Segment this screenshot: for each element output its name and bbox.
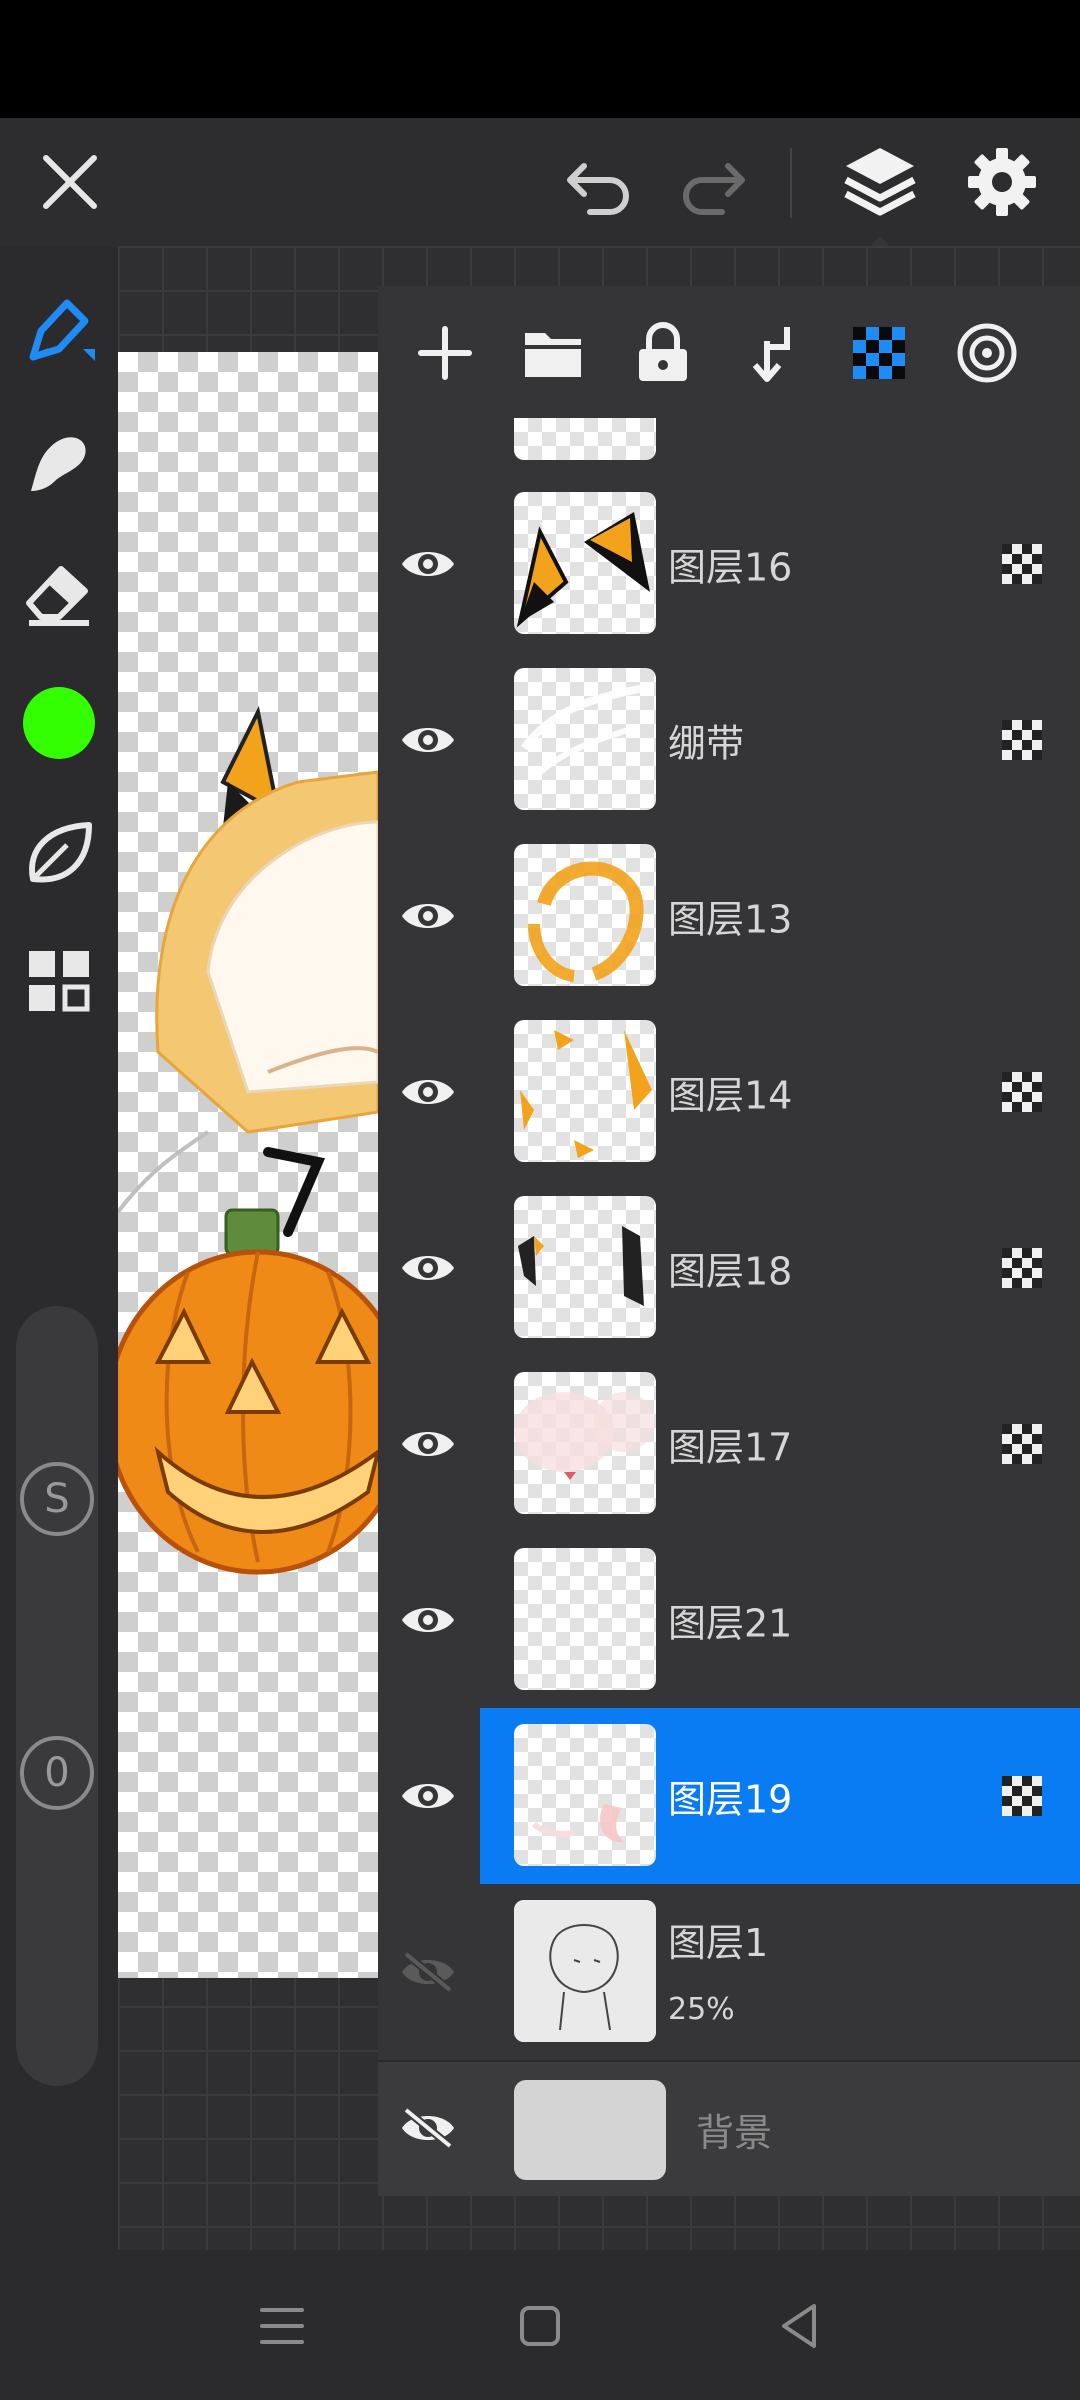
layer-row[interactable]: 图层14 — [378, 1004, 1080, 1182]
color-swatch[interactable] — [14, 678, 104, 768]
eye-icon[interactable] — [398, 1052, 458, 1132]
eraser-icon[interactable] — [14, 546, 104, 636]
layer-thumbnail — [514, 1900, 656, 2042]
layer-row[interactable]: 图层1 25% — [378, 1884, 1080, 2062]
layer-name: 绷带 — [668, 721, 745, 766]
alpha-lock-icon[interactable] — [1000, 1422, 1044, 1466]
layer-thumbnail — [514, 418, 656, 460]
layer-row[interactable]: 图层21 — [378, 1532, 1080, 1710]
opacity-badge: 0 — [20, 1736, 94, 1810]
layer-name: 图层19 — [668, 1777, 793, 1822]
home-icon[interactable] — [508, 2296, 572, 2356]
folder-icon[interactable] — [508, 308, 598, 398]
eye-hidden-icon[interactable] — [398, 2106, 458, 2150]
eye-icon[interactable] — [398, 876, 458, 956]
eye-icon[interactable] — [398, 700, 458, 780]
eye-hidden-icon[interactable] — [398, 1932, 458, 2012]
layer-thumbnail — [514, 1372, 656, 1514]
grid-icon[interactable] — [14, 936, 104, 1026]
layer-name: 图层1 — [668, 1921, 769, 1965]
blend-icon[interactable] — [942, 308, 1032, 398]
size-opacity-slider[interactable]: S 0 — [16, 1306, 98, 2086]
status-bar — [0, 0, 1080, 118]
layer-row[interactable]: 绷带 — [378, 652, 1080, 830]
eye-icon[interactable] — [398, 1228, 458, 1308]
layer-name: 图层18 — [668, 1249, 793, 1294]
menu-icon[interactable] — [250, 2296, 314, 2356]
close-icon[interactable] — [30, 142, 110, 222]
undo-icon[interactable] — [560, 148, 640, 218]
layer-row[interactable]: 图层18 — [378, 1180, 1080, 1358]
layer-row[interactable]: 图层16 — [378, 476, 1080, 654]
layer-row-selected[interactable]: 图层19 — [378, 1708, 1080, 1886]
size-badge: S — [20, 1462, 94, 1536]
layer-thumbnail — [514, 1548, 656, 1690]
artwork-drawing — [118, 705, 378, 1575]
layer-name: 图层14 — [668, 1073, 793, 1118]
background-layer-name: 背景 — [696, 2111, 773, 2155]
layer-thumbnail — [514, 1724, 656, 1866]
layer-thumbnail — [514, 844, 656, 986]
eye-icon[interactable] — [398, 1756, 458, 1836]
lock-icon[interactable] — [618, 308, 708, 398]
alpha-lock-icon[interactable] — [834, 308, 924, 398]
system-nav-bar — [0, 2250, 1080, 2400]
layer-thumbnail — [514, 1020, 656, 1162]
layers-toolbar — [378, 286, 1080, 418]
layer-thumbnail — [514, 1196, 656, 1338]
layer-name: 图层13 — [668, 897, 793, 942]
redo-icon[interactable] — [672, 148, 752, 218]
alpha-lock-icon[interactable] — [1000, 1070, 1044, 1114]
background-swatch[interactable] — [514, 2080, 666, 2180]
layers-icon[interactable] — [840, 140, 920, 224]
layer-opacity: 25% — [668, 1992, 735, 2027]
add-layer-icon[interactable] — [400, 308, 490, 398]
eye-icon[interactable] — [398, 524, 458, 604]
top-toolbar — [0, 118, 1080, 250]
alpha-lock-icon[interactable] — [1000, 1246, 1044, 1290]
eye-icon[interactable] — [398, 1580, 458, 1660]
layer-thumbnail — [514, 668, 656, 810]
layer-name: 图层16 — [668, 545, 793, 590]
alpha-lock-icon[interactable] — [1000, 1774, 1044, 1818]
alpha-lock-icon[interactable] — [1000, 718, 1044, 762]
settings-icon[interactable] — [962, 142, 1042, 222]
leaf-icon[interactable] — [14, 808, 104, 898]
artboard[interactable] — [118, 352, 378, 1978]
layer-thumbnail — [514, 492, 656, 634]
layer-name: 图层17 — [668, 1425, 793, 1470]
smudge-icon[interactable] — [14, 416, 104, 506]
back-icon[interactable] — [768, 2296, 832, 2356]
layer-row[interactable]: 图层13 — [378, 828, 1080, 1006]
alpha-lock-icon[interactable] — [1000, 542, 1044, 586]
layer-name: 图层21 — [668, 1601, 793, 1646]
layer-row[interactable]: 图层17 — [378, 1356, 1080, 1534]
toolbar-divider — [790, 148, 792, 218]
background-layer-row[interactable]: 背景 — [378, 2062, 1080, 2196]
brush-icon[interactable] — [14, 286, 104, 376]
layer-row-partial[interactable] — [378, 418, 1080, 478]
merge-down-icon[interactable] — [726, 308, 816, 398]
eye-icon[interactable] — [398, 1404, 458, 1484]
